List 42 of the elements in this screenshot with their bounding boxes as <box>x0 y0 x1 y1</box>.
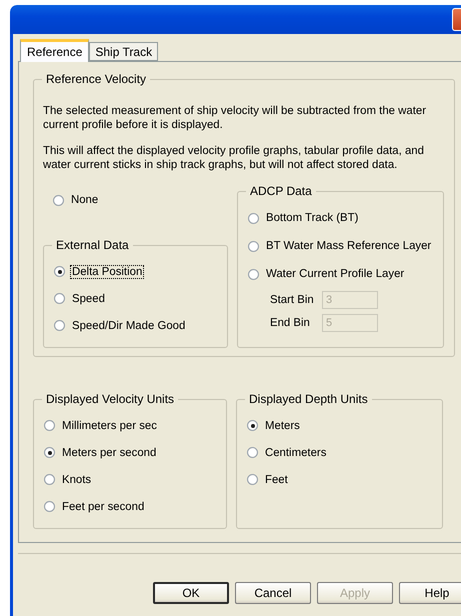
description-text: The selected measurement of ship velocity will be subtracted from the water current profile before it is displayed. <box>43 104 428 132</box>
radio-icon[interactable] <box>44 447 55 458</box>
group-title: External Data <box>55 238 130 252</box>
radio-option[interactable]: Delta Position <box>54 258 217 285</box>
radio-option[interactable]: Meters <box>247 412 432 439</box>
radio-option[interactable]: Water Current Profile Layer <box>248 260 433 288</box>
radio-icon[interactable] <box>54 320 65 331</box>
group-title: Displayed Velocity Units <box>45 392 176 406</box>
radio-icon[interactable] <box>54 266 65 277</box>
field-label: End Bin <box>270 316 311 328</box>
radio-icon[interactable] <box>248 212 259 224</box>
radio-icon[interactable] <box>247 474 258 485</box>
radio-icon[interactable] <box>247 447 258 458</box>
radio-option[interactable]: Speed <box>54 285 217 312</box>
radio-option[interactable]: Bottom Track (BT) <box>248 204 433 232</box>
group-title: Reference Velocity <box>45 72 148 86</box>
radio-icon[interactable] <box>53 194 64 206</box>
radio-icon[interactable] <box>248 240 259 252</box>
radio-option[interactable]: Millimeters per sec <box>44 412 216 439</box>
tab[interactable]: Ship Track <box>89 42 158 61</box>
dialog-button[interactable]: Help <box>399 582 461 604</box>
radio-icon[interactable] <box>54 293 65 304</box>
radio-option[interactable]: Speed/Dir Made Good <box>54 312 217 339</box>
radio-icon[interactable] <box>44 474 55 485</box>
radio-option[interactable]: Knots <box>44 466 216 493</box>
field-label: Start Bin <box>270 294 312 306</box>
group-title: ADCP Data <box>249 184 313 198</box>
radio-option[interactable]: None <box>43 192 228 208</box>
group-title: Displayed Depth Units <box>248 392 369 406</box>
radio-icon[interactable] <box>247 420 258 431</box>
description-text: This will affect the displayed velocity profile graphs, tabular profile data, and water current sticks in ship track graphs, but will not affect stored data. <box>43 144 425 172</box>
dialog-button[interactable]: OK <box>153 582 229 604</box>
radio-icon[interactable] <box>44 420 55 431</box>
tab[interactable]: Reference <box>20 39 90 62</box>
radio-option[interactable]: Feet per second <box>44 493 216 520</box>
radio-option[interactable]: Feet <box>247 466 432 493</box>
radio-option[interactable]: Centimeters <box>247 439 432 466</box>
radio-icon[interactable] <box>44 501 55 512</box>
radio-option[interactable]: BT Water Mass Reference Layer <box>248 232 433 260</box>
dialog-button[interactable]: Cancel <box>235 582 311 604</box>
radio-option[interactable]: Meters per second <box>44 439 216 466</box>
radio-icon[interactable] <box>248 268 259 280</box>
